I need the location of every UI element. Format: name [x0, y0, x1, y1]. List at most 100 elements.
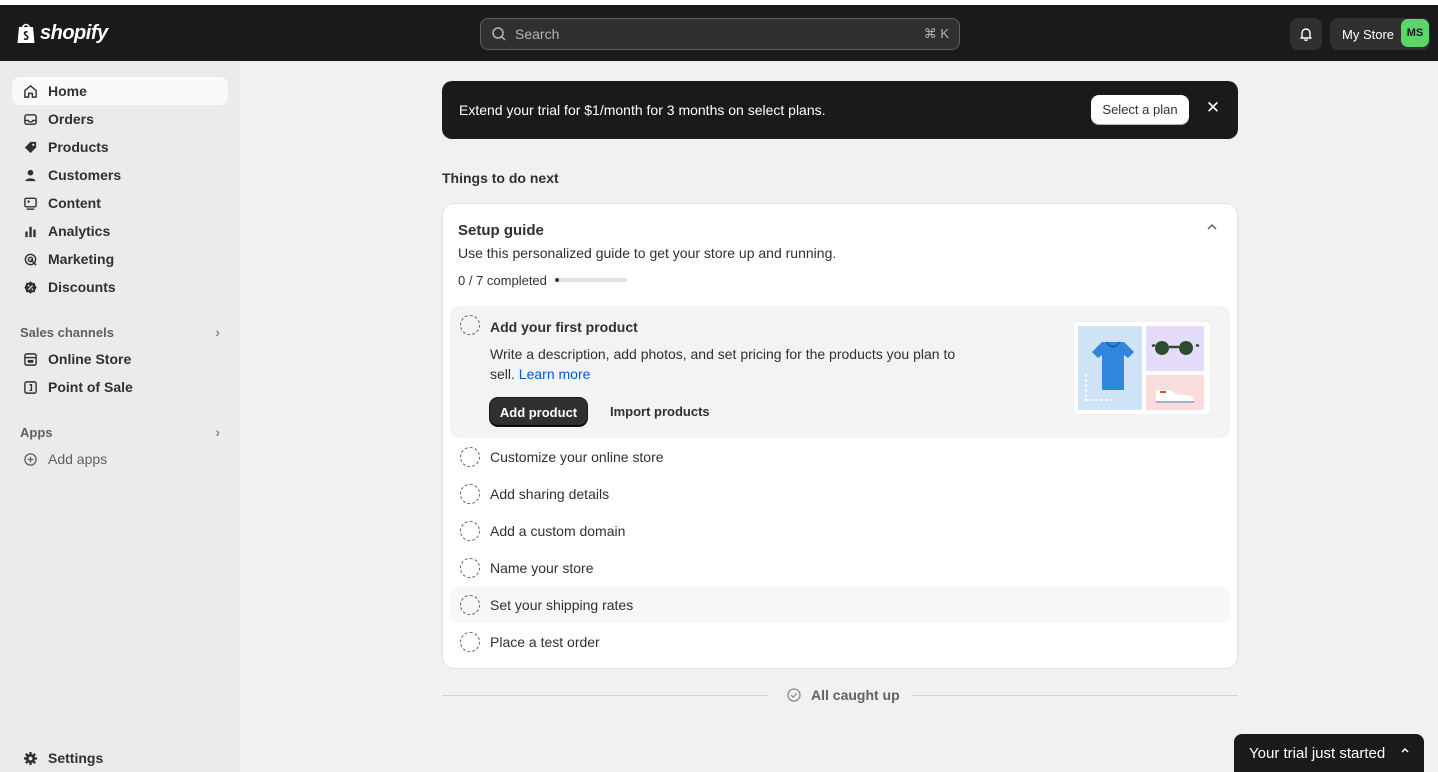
products-illustration: [1074, 322, 1210, 414]
sidebar-item-label: Customers: [48, 167, 122, 183]
plus-circle-icon: [22, 451, 38, 467]
task-label: Add sharing details: [490, 486, 610, 502]
task-shipping-rates[interactable]: Set your shipping rates: [450, 587, 1230, 623]
discount-icon: [22, 279, 38, 295]
progress-fill: [555, 278, 559, 282]
select-plan-button[interactable]: Select a plan: [1091, 95, 1189, 124]
tag-icon: [22, 139, 38, 155]
incomplete-circle-icon[interactable]: [460, 521, 480, 541]
brand-wordmark: shopify: [40, 21, 108, 44]
sales-channels-header[interactable]: Sales channels ›: [20, 324, 220, 340]
setup-guide-subtitle: Use this personalized guide to get your …: [458, 245, 837, 261]
incomplete-circle-icon[interactable]: [460, 315, 480, 335]
sidebar-item-label: Discounts: [48, 279, 116, 295]
shopify-bag-icon: [17, 23, 35, 43]
close-icon[interactable]: ✕: [1204, 98, 1222, 118]
sidebar-item-label: Orders: [48, 111, 94, 127]
task-label: Customize your online store: [490, 449, 664, 465]
learn-more-link[interactable]: Learn more: [519, 366, 591, 382]
store-menu-button[interactable]: My Store MS: [1330, 18, 1430, 50]
chevron-up-icon[interactable]: [1205, 220, 1219, 237]
search-icon: [492, 27, 506, 41]
sidebar-item-content[interactable]: Content: [12, 189, 228, 217]
progress-text: 0 / 7 completed: [458, 273, 547, 288]
notifications-button[interactable]: [1290, 18, 1322, 50]
task-label: Place a test order: [490, 634, 600, 650]
storefront-icon: [22, 351, 38, 367]
setup-guide-title: Setup guide: [458, 222, 544, 239]
sidebar-item-label: Content: [48, 195, 101, 211]
task-add-first-product[interactable]: Add your first product Write a descripti…: [450, 306, 1230, 438]
pos-icon: [22, 379, 38, 395]
caught-up-text: All caught up: [811, 687, 900, 703]
import-products-button[interactable]: Import products: [610, 404, 710, 419]
sidebar-item-online-store[interactable]: Online Store: [12, 345, 228, 373]
sidebar-item-label: Online Store: [48, 351, 132, 367]
sidebar-item-discounts[interactable]: Discounts: [12, 273, 228, 301]
all-caught-up-divider: All caught up: [442, 686, 1238, 706]
sidebar-item-products[interactable]: Products: [12, 133, 228, 161]
trial-banner: Extend your trial for $1/month for 3 mon…: [442, 81, 1238, 139]
divider: [912, 695, 1238, 696]
chevron-right-icon: ›: [215, 324, 220, 340]
sidebar-item-label: Add apps: [48, 451, 108, 467]
task-label: Set your shipping rates: [490, 597, 634, 613]
caught-up-message: All caught up: [787, 687, 900, 703]
target-icon: [22, 251, 38, 267]
incomplete-circle-icon[interactable]: [460, 595, 480, 615]
bell-icon: [1300, 28, 1312, 41]
sidebar-item-label: Home: [48, 83, 87, 99]
sidebar-item-orders[interactable]: Orders: [12, 105, 228, 133]
sidebar-item-customers[interactable]: Customers: [12, 161, 228, 189]
divider: [442, 695, 768, 696]
incomplete-circle-icon[interactable]: [460, 447, 480, 467]
trial-toast[interactable]: Your trial just started: [1234, 734, 1424, 772]
progress-bar: [555, 278, 627, 282]
check-circle-icon: [787, 688, 801, 702]
task-custom-domain[interactable]: Add a custom domain: [450, 513, 1230, 549]
sidebar-item-label: Point of Sale: [48, 379, 133, 395]
sidebar-item-label: Products: [48, 139, 109, 155]
task-description: Write a description, add photos, and set…: [490, 344, 970, 384]
sidebar-item-analytics[interactable]: Analytics: [12, 217, 228, 245]
apps-header[interactable]: Apps ›: [20, 424, 220, 440]
sidebar-item-home[interactable]: Home: [12, 77, 228, 105]
home-icon: [22, 83, 38, 99]
sidebar: Home Orders Products Customers Content A…: [0, 61, 240, 772]
sidebar-item-point-of-sale[interactable]: Point of Sale: [12, 373, 228, 401]
task-test-order[interactable]: Place a test order: [450, 624, 1230, 660]
toast-text: Your trial just started: [1249, 744, 1386, 762]
gear-icon: [22, 750, 38, 766]
sidebar-item-label: Analytics: [48, 223, 111, 239]
sidebar-item-label: Marketing: [48, 251, 115, 267]
sidebar-item-label: Settings: [48, 750, 104, 766]
incomplete-circle-icon[interactable]: [460, 558, 480, 578]
image-icon: [22, 195, 38, 211]
task-sharing-details[interactable]: Add sharing details: [450, 476, 1230, 512]
task-label: Add a custom domain: [490, 523, 626, 539]
task-title: Add your first product: [490, 319, 638, 335]
incomplete-circle-icon[interactable]: [460, 632, 480, 652]
shopify-logo[interactable]: shopify: [16, 21, 108, 45]
sidebar-item-add-apps[interactable]: Add apps: [12, 445, 228, 473]
sidebar-item-marketing[interactable]: Marketing: [12, 245, 228, 273]
setup-guide-card: Setup guide Use this personalized guide …: [442, 203, 1238, 669]
chevron-right-icon: ›: [215, 424, 220, 440]
chevron-up-icon: [1400, 744, 1410, 758]
section-label: Sales channels: [20, 324, 114, 340]
sidebar-item-settings[interactable]: Settings: [12, 744, 228, 772]
section-label: Apps: [20, 424, 53, 440]
bar-chart-icon: [22, 223, 38, 239]
task-customize-store[interactable]: Customize your online store: [450, 439, 1230, 475]
banner-text: Extend your trial for $1/month for 3 mon…: [459, 102, 826, 118]
inbox-icon: [22, 111, 38, 127]
person-icon: [22, 167, 38, 183]
search-input[interactable]: Search ⌘ K: [480, 18, 960, 50]
task-label: Name your store: [490, 560, 594, 576]
search-placeholder: Search: [515, 26, 560, 42]
incomplete-circle-icon[interactable]: [460, 484, 480, 504]
add-product-button[interactable]: Add product: [490, 398, 587, 426]
avatar: MS: [1401, 19, 1429, 47]
task-name-store[interactable]: Name your store: [450, 550, 1230, 586]
page-section-title: Things to do next: [442, 170, 559, 186]
